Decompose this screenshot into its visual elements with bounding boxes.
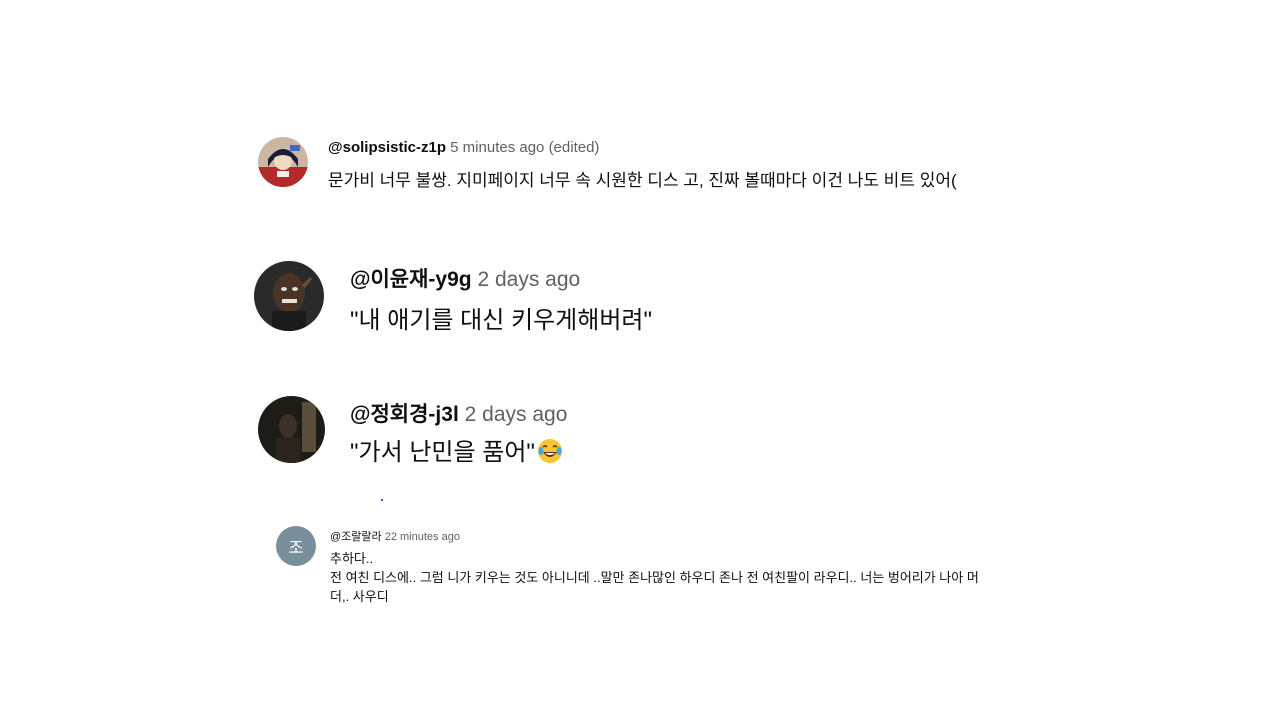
stray-dot [381,499,383,501]
comment-text-line: 더,. 사우디 [330,589,389,604]
comment-author-handle[interactable]: @solipsistic-z1p [328,139,446,156]
comment-text-line: 전 여친 디스에.. 그럼 니가 키우는 것도 아니니데 ..말만 존나많인 하… [330,570,979,585]
avatar[interactable] [254,261,324,331]
dark-photo-avatar-image [258,396,325,463]
comment-author-handle[interactable]: @조랄랄라 [330,531,382,543]
comment-text: "내 애기를 대신 키우게해버려" [350,307,653,334]
avatar[interactable] [258,396,325,463]
comment-author-handle[interactable]: @정회경-j3l [350,403,459,426]
avatar[interactable] [258,137,308,187]
comments-page: @solipsistic-z1p 5 minutes ago (edited) … [0,0,1280,720]
comment-text: 추하다.. 전 여친 디스에.. 그럼 니가 키우는 것도 아니니데 ..말만 … [330,549,1042,606]
comment-header: @solipsistic-z1p 5 minutes ago (edited) [328,139,599,156]
comment-timestamp[interactable]: 2 days ago [465,403,568,426]
comment-header: @조랄랄라 22 minutes ago [330,528,460,544]
comment-header: @이윤재-y9g 2 days ago [350,263,580,293]
comment-text-line: 추하다.. [330,551,374,566]
comment-text: "가서 난민을 품어" [350,432,563,467]
comment-timestamp[interactable]: 5 minutes ago (edited) [450,139,599,156]
comment-timestamp[interactable]: 2 days ago [477,268,580,291]
anime-avatar-image [258,137,308,187]
comment-timestamp[interactable]: 22 minutes ago [385,531,460,543]
comment-header: @정회경-j3l 2 days ago [350,398,567,428]
comment-text: 문가비 너무 불쌍. 지미페이지 너무 속 시원한 디스 고, 진짜 볼때마다 … [328,171,957,190]
comment-author-handle[interactable]: @이윤재-y9g [350,268,472,291]
avatar[interactable]: 조 [276,526,316,566]
person-avatar-image [254,261,324,331]
comment-text-content: "가서 난민을 품어" [350,439,535,466]
face-with-tears-of-joy-icon [537,438,563,464]
